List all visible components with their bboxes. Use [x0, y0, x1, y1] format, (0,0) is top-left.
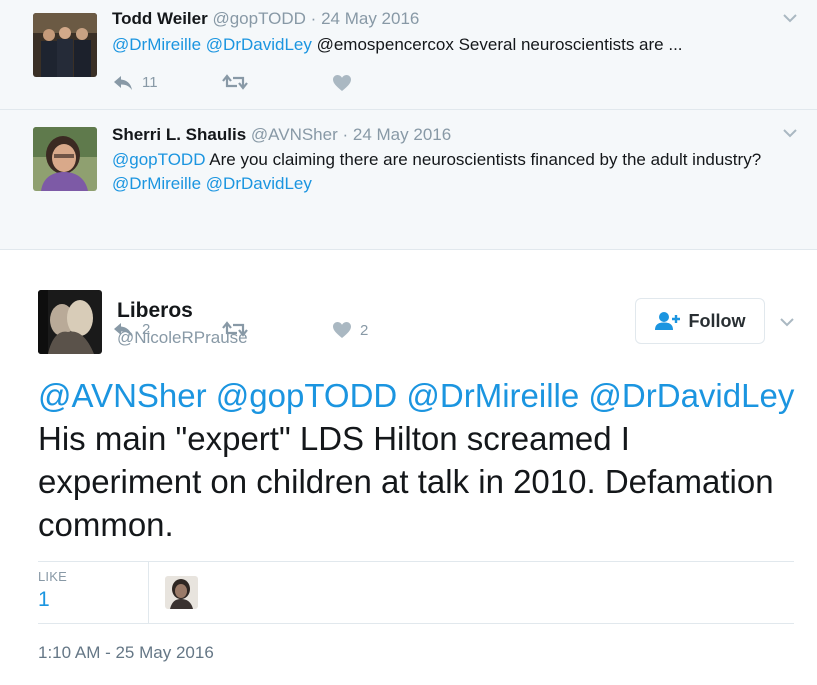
- mention-link[interactable]: @DrDavidLey: [206, 35, 312, 54]
- divider: [38, 623, 794, 624]
- reply-icon: [114, 75, 132, 90]
- mention-link[interactable]: @DrMireille: [112, 35, 201, 54]
- tweet-body: His main "expert" LDS Hilton screamed I …: [38, 420, 774, 543]
- author-name[interactable]: Sherri L. Shaulis: [112, 125, 246, 144]
- chevron-down-icon[interactable]: [778, 313, 796, 331]
- mention-link[interactable]: @DrDavidLey: [588, 377, 794, 414]
- heart-icon: [333, 322, 351, 338]
- author-handle[interactable]: @AVNSher: [251, 125, 338, 144]
- mention-link[interactable]: @DrMireille: [112, 174, 201, 193]
- avatar[interactable]: [38, 290, 102, 354]
- avatar[interactable]: [33, 13, 97, 77]
- divider: [38, 561, 794, 562]
- mention-link[interactable]: @DrDavidLey: [206, 174, 312, 193]
- reply-header: Todd Weiler @gopTODD · 24 May 2016: [112, 9, 419, 29]
- tweet-date[interactable]: 24 May 2016: [321, 9, 419, 28]
- tweet-body: @emospencercox Several neuroscientists a…: [316, 35, 683, 54]
- chevron-down-icon[interactable]: [782, 10, 798, 26]
- like-button[interactable]: 2: [332, 321, 368, 339]
- add-user-icon: [654, 312, 680, 330]
- author-name[interactable]: Liberos: [117, 299, 193, 323]
- author-handle[interactable]: @gopTODD: [212, 9, 305, 28]
- like-stat-label: LIKE: [38, 569, 67, 584]
- reply-button[interactable]: 11: [112, 74, 158, 91]
- reply-count: 11: [142, 74, 158, 91]
- mention-link[interactable]: @gopTODD: [112, 150, 205, 169]
- mention-link[interactable]: @gopTODD: [216, 377, 397, 414]
- tweet-date[interactable]: 24 May 2016: [353, 125, 451, 144]
- divider: [148, 562, 149, 623]
- author-name[interactable]: Todd Weiler: [112, 9, 208, 28]
- chevron-down-icon[interactable]: [782, 125, 798, 141]
- tweet-body: Are you claiming there are neuroscientis…: [209, 150, 762, 169]
- tweet-timestamp[interactable]: 1:10 AM - 25 May 2016: [38, 643, 214, 663]
- tweet-text: @gopTODD Are you claiming there are neur…: [112, 148, 762, 196]
- heart-icon: [333, 75, 351, 91]
- separator: ·: [310, 9, 317, 28]
- like-button[interactable]: [332, 74, 360, 92]
- separator: ·: [342, 125, 349, 144]
- like-stat-count[interactable]: 1: [38, 588, 50, 612]
- author-handle[interactable]: @NicoleRPrause: [117, 328, 248, 348]
- reply-tweet[interactable]: Sherri L. Shaulis @AVNSher · 24 May 2016…: [0, 110, 817, 339]
- retweet-button[interactable]: [222, 74, 248, 90]
- mention-link[interactable]: @DrMireille: [406, 377, 579, 414]
- follow-button[interactable]: Follow: [635, 298, 765, 344]
- mention-link[interactable]: @AVNSher: [38, 377, 207, 414]
- tweet-text: @DrMireille @DrDavidLey @emospencercox S…: [112, 33, 762, 57]
- retweet-icon: [222, 74, 248, 90]
- follow-label: Follow: [688, 310, 746, 331]
- reply-tweet[interactable]: Todd Weiler @gopTODD · 24 May 2016 @DrMi…: [0, 0, 817, 110]
- reply-header: Sherri L. Shaulis @AVNSher · 24 May 2016: [112, 125, 451, 145]
- tweet-text: @AVNSher @gopTODD @DrMireille @DrDavidLe…: [38, 374, 798, 546]
- liker-avatar[interactable]: [165, 576, 198, 609]
- like-count: 2: [360, 321, 369, 339]
- avatar[interactable]: [33, 127, 97, 191]
